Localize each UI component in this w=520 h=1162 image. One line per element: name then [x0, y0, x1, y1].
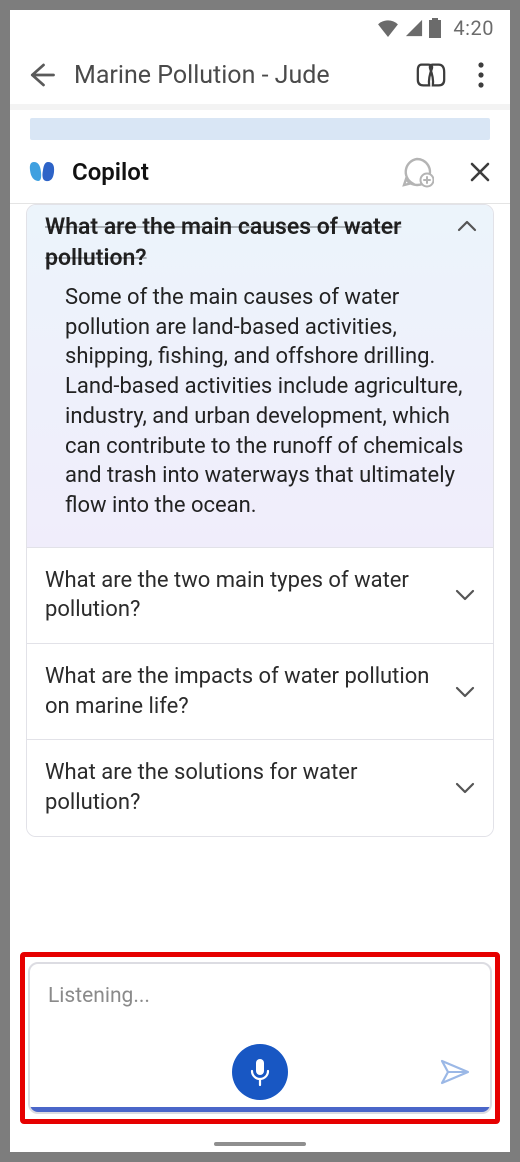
signal-icon	[405, 19, 423, 37]
clock-text: 4:20	[453, 16, 494, 40]
send-button[interactable]	[438, 1054, 474, 1090]
back-button[interactable]	[22, 56, 60, 94]
qa-item-collapsed[interactable]: What are the two main types of water pol…	[27, 547, 493, 643]
qa-item-collapsed[interactable]: What are the solutions for water polluti…	[27, 739, 493, 835]
wifi-icon	[377, 19, 399, 37]
qa-question: What are the solutions for water polluti…	[45, 758, 445, 817]
document-peek	[10, 110, 510, 140]
chevron-up-icon[interactable]	[457, 219, 477, 233]
close-copilot-button[interactable]	[466, 158, 494, 186]
home-indicator	[214, 1142, 306, 1146]
qa-item-expanded[interactable]: What are the main causes of water pollut…	[27, 205, 493, 547]
copilot-title: Copilot	[72, 158, 386, 186]
copilot-logo-icon	[26, 156, 58, 188]
qa-question: What are the impacts of water pollution …	[45, 662, 445, 721]
document-title: Marine Pollution - Jude	[74, 61, 396, 90]
chevron-down-icon	[455, 781, 475, 795]
app-header: Marine Pollution - Jude	[10, 46, 510, 104]
qa-question: What are the two main types of water pol…	[45, 566, 445, 625]
prompt-input[interactable]: Listening...	[28, 962, 492, 1114]
overflow-menu-button[interactable]	[466, 54, 496, 96]
copilot-header-icon[interactable]	[410, 54, 452, 96]
qa-card: What are the main causes of water pollut…	[26, 204, 494, 837]
microphone-button[interactable]	[232, 1044, 288, 1100]
chevron-down-icon	[455, 588, 475, 602]
new-chat-icon[interactable]	[400, 155, 434, 189]
qa-answer: Some of the main causes of water polluti…	[45, 283, 475, 521]
qa-item-collapsed[interactable]: What are the impacts of water pollution …	[27, 643, 493, 739]
input-focus-underline	[30, 1107, 490, 1112]
chevron-down-icon	[455, 685, 475, 699]
status-bar: 4:20	[10, 10, 510, 46]
battery-icon	[429, 18, 441, 38]
copilot-bar: Copilot	[10, 140, 510, 204]
qa-question-expanded: What are the main causes of water pollut…	[45, 211, 453, 273]
prompt-placeholder: Listening...	[48, 984, 472, 1008]
